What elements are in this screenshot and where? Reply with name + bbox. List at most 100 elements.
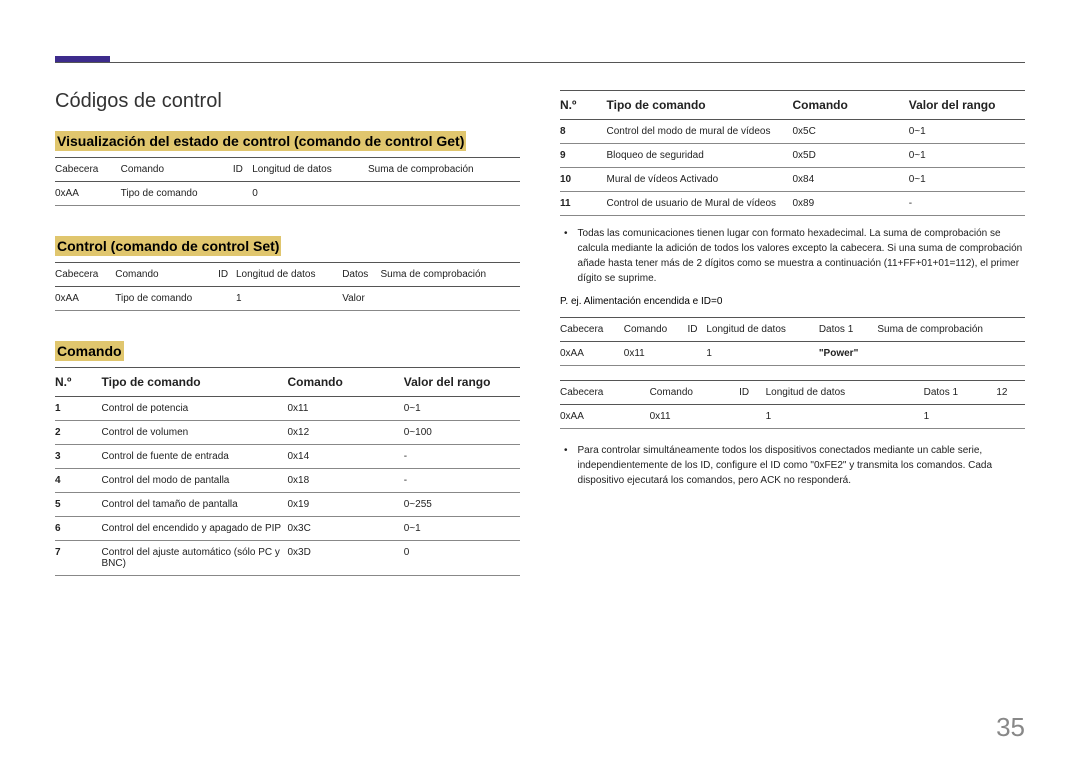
td [739,405,765,429]
table-row: 8Control del modo de mural de vídeos0x5C… [560,120,1025,144]
td [381,287,521,311]
section-heading-comando: Comando [55,341,124,361]
table-commands-left: N.º Tipo de comando Comando Valor del ra… [55,367,520,576]
td-tipo: Control del ajuste automático (sólo PC y… [102,541,288,576]
bullet-icon: • [564,443,568,488]
table-row: 7Control del ajuste automático (sólo PC … [55,541,520,576]
td [688,342,707,366]
bullet-note-2: • Para controlar simultáneamente todos l… [564,443,1025,488]
td [877,342,1025,366]
td: "Power" [819,342,878,366]
page-number: 35 [996,712,1025,743]
table-row: Cabecera Comando ID Longitud de datos Su… [55,158,520,182]
td-no: 10 [560,168,607,192]
table-row: 4Control del modo de pantalla0x18- [55,469,520,493]
table-example-1: Cabecera Comando ID Longitud de datos Da… [560,317,1025,366]
td-no: 8 [560,120,607,144]
td: 0xAA [55,287,115,311]
td-rango: 0~1 [404,517,520,541]
table-commands-right: N.º Tipo de comando Comando Valor del ra… [560,90,1025,216]
td-cmd: 0x3D [288,541,404,576]
td-rango: - [909,192,1025,216]
table-row: 1Control de potencia0x110~1 [55,397,520,421]
td-no: 7 [55,541,102,576]
td-tipo: Control de volumen [102,421,288,445]
td-no: 3 [55,445,102,469]
td-tipo: Control del modo de pantalla [102,469,288,493]
td: Valor [342,287,380,311]
td: Tipo de comando [121,182,233,206]
table-row: Cabecera Comando ID Longitud de datos Da… [55,263,520,287]
table-row: Cabecera Comando ID Longitud de datos Da… [560,381,1025,405]
td-cmd: 0x5D [793,144,909,168]
table-row: 0xAA 0x11 1 "Power" [560,342,1025,366]
left-column: Códigos de control Visualización del est… [55,60,520,576]
td-cmd: 0x3C [288,517,404,541]
td-cmd: 0x19 [288,493,404,517]
td: 1 [706,342,818,366]
td: Tipo de comando [115,287,218,311]
section-heading-get: Visualización del estado de control (com… [55,131,466,151]
th-no: N.º [560,91,607,120]
td: 1 [236,287,342,311]
table-row: 2Control de volumen0x120~100 [55,421,520,445]
th-tipo: Tipo de comando [607,91,793,120]
th-no: N.º [55,368,102,397]
td [233,182,252,206]
th: Longitud de datos [766,381,924,405]
td-tipo: Control de fuente de entrada [102,445,288,469]
td-tipo: Control de potencia [102,397,288,421]
td-tipo: Bloqueo de seguridad [607,144,793,168]
td-rango: 0~1 [909,144,1025,168]
th: Cabecera [560,381,650,405]
th: Cabecera [560,318,624,342]
page-content: Códigos de control Visualización del est… [0,0,1080,606]
td: 0xAA [560,342,624,366]
th: Cabecera [55,263,115,287]
th: Comando [121,158,233,182]
table-header-row: N.º Tipo de comando Comando Valor del ra… [55,368,520,397]
td-tipo: Control del tamaño de pantalla [102,493,288,517]
td: 0 [252,182,368,206]
th: Suma de comprobación [877,318,1025,342]
table-set: Cabecera Comando ID Longitud de datos Da… [55,262,520,311]
th-rango: Valor del rango [909,91,1025,120]
td-rango: 0~100 [404,421,520,445]
td-tipo: Control del encendido y apagado de PIP [102,517,288,541]
table-header-row: N.º Tipo de comando Comando Valor del ra… [560,91,1025,120]
table-example-2: Cabecera Comando ID Longitud de datos Da… [560,380,1025,429]
th: Datos 1 [819,318,878,342]
table-row: 0xAA 0x11 1 1 [560,405,1025,429]
td-cmd: 0x89 [793,192,909,216]
td-cmd: 0x11 [288,397,404,421]
td-cmd: 0x14 [288,445,404,469]
td-no: 1 [55,397,102,421]
td-no: 6 [55,517,102,541]
table-row: 0xAA Tipo de comando 0 [55,182,520,206]
td-rango: - [404,469,520,493]
td: 0xAA [55,182,121,206]
table-row: 5Control del tamaño de pantalla0x190~255 [55,493,520,517]
th: Suma de comprobación [381,263,521,287]
th: 12 [996,381,1025,405]
th: ID [739,381,765,405]
header-divider [55,62,1025,63]
bullet-note-1: • Todas las comunicaciones tienen lugar … [564,226,1025,286]
th: Longitud de datos [706,318,818,342]
td-no: 5 [55,493,102,517]
td: 1 [766,405,924,429]
table-row: 0xAA Tipo de comando 1 Valor [55,287,520,311]
td-no: 9 [560,144,607,168]
table-row: 10Mural de vídeos Activado0x840~1 [560,168,1025,192]
th: Comando [624,318,688,342]
td-no: 11 [560,192,607,216]
table-row: 3Control de fuente de entrada0x14- [55,445,520,469]
table-row: Cabecera Comando ID Longitud de datos Da… [560,318,1025,342]
table-row: 11Control de usuario de Mural de vídeos0… [560,192,1025,216]
td [218,287,236,311]
th: Cabecera [55,158,121,182]
td-tipo: Mural de vídeos Activado [607,168,793,192]
th-cmd: Comando [288,368,404,397]
td-cmd: 0x18 [288,469,404,493]
td-cmd: 0x5C [793,120,909,144]
